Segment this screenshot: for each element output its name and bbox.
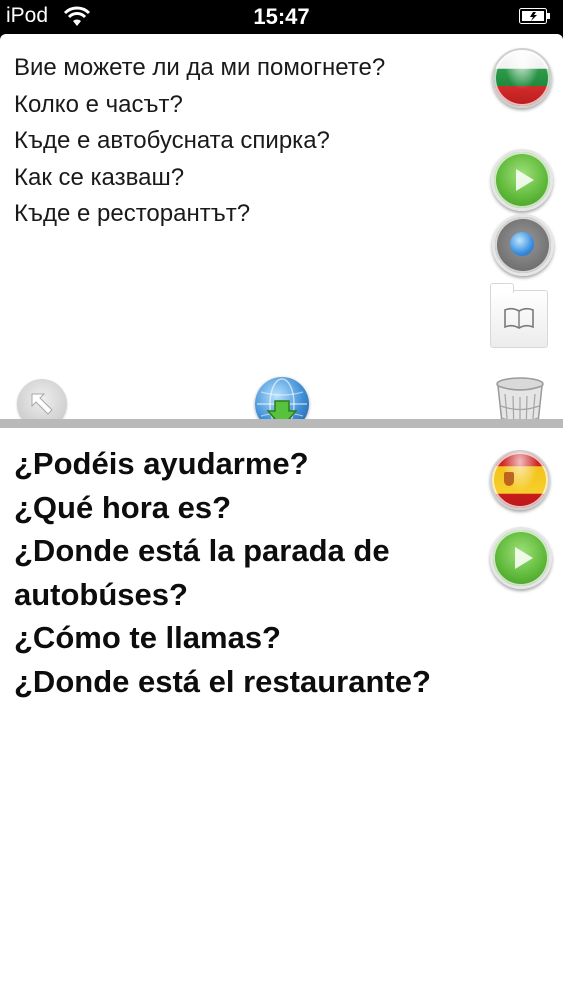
target-phrase[interactable]: ¿Donde está la parada de autobúses? bbox=[14, 529, 484, 616]
status-time: 15:47 bbox=[253, 4, 310, 29]
play-icon bbox=[515, 547, 533, 569]
battery-icon bbox=[519, 8, 550, 24]
panel-divider bbox=[0, 419, 563, 428]
source-phrase[interactable]: Къде е автобусната спирка? bbox=[14, 123, 484, 160]
source-phrase[interactable]: Къде е ресторантът? bbox=[14, 196, 484, 233]
target-panel: ¿Podéis ayudarme? ¿Qué hora es? ¿Donde e… bbox=[0, 428, 563, 1000]
book-icon bbox=[504, 307, 534, 329]
source-phrase-list: Вие можете ли да ми помогнете? Колко е ч… bbox=[14, 50, 484, 233]
target-phrase[interactable]: ¿Podéis ayudarme? bbox=[14, 442, 484, 486]
back-arrow-icon bbox=[31, 393, 53, 415]
record-button[interactable] bbox=[492, 214, 554, 276]
target-phrase-list: ¿Podéis ayudarme? ¿Qué hora es? ¿Donde e… bbox=[14, 442, 484, 703]
phrasebook-button[interactable] bbox=[490, 283, 548, 348]
folder-tab bbox=[490, 283, 514, 293]
coat-of-arms bbox=[504, 472, 514, 486]
source-panel: Вие можете ли да ми помогнете? Колко е ч… bbox=[0, 34, 563, 436]
source-phrase[interactable]: Колко е часът? bbox=[14, 87, 484, 124]
play-target-button[interactable] bbox=[490, 527, 552, 589]
source-phrase[interactable]: Вие можете ли да ми помогнете? bbox=[14, 50, 484, 87]
record-icon bbox=[510, 232, 534, 256]
bulgaria-flag-icon[interactable] bbox=[492, 48, 552, 108]
source-phrase[interactable]: Как се казваш? bbox=[14, 160, 484, 197]
target-phrase[interactable]: ¿Cómo te llamas? bbox=[14, 616, 484, 660]
play-source-button[interactable] bbox=[491, 149, 553, 211]
play-icon bbox=[516, 169, 534, 191]
target-phrase[interactable]: ¿Donde está el restaurante? bbox=[14, 660, 484, 704]
target-phrase[interactable]: ¿Qué hora es? bbox=[14, 486, 484, 530]
status-bar: iPod 15:47 bbox=[0, 0, 563, 34]
spain-flag-icon[interactable] bbox=[490, 450, 550, 510]
